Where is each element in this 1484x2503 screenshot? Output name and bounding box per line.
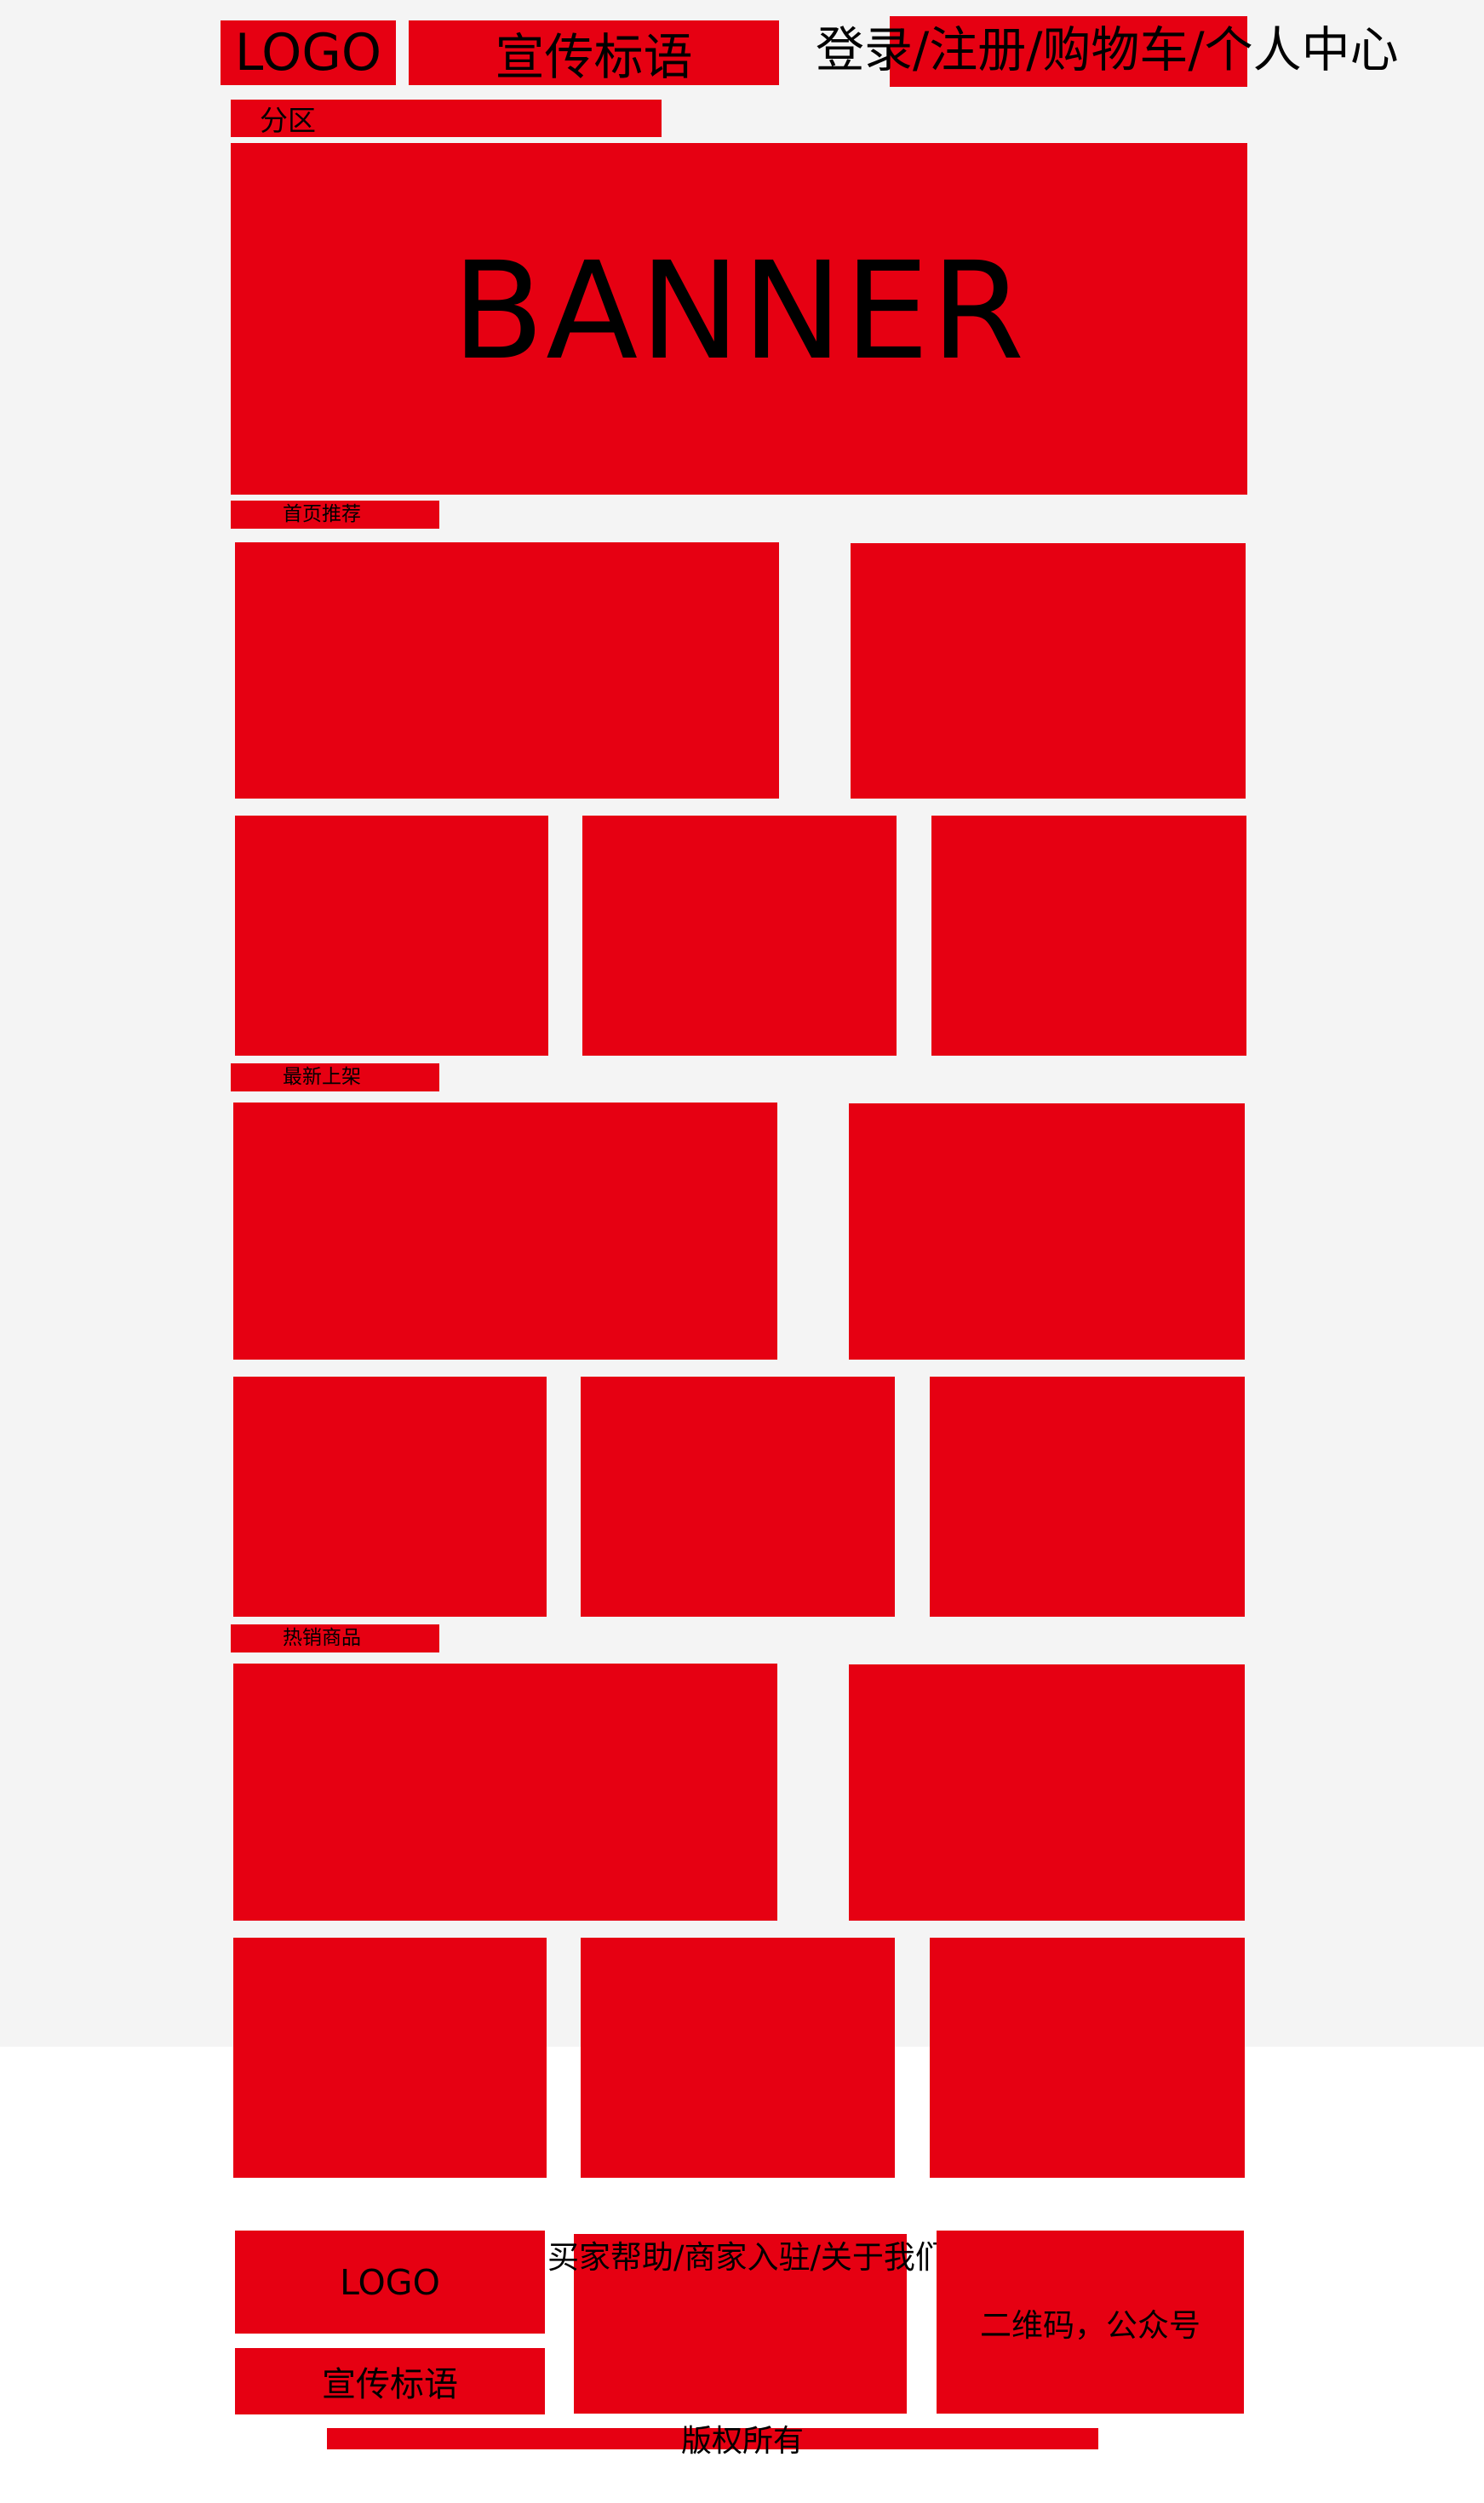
product-card[interactable]: [849, 1664, 1245, 1921]
product-card[interactable]: [233, 1938, 547, 2178]
footer-qr-box: 二维码，公众号: [937, 2231, 1244, 2414]
product-card[interactable]: [930, 1938, 1245, 2178]
footer-logo-text: LOGO: [340, 2261, 440, 2303]
header-slogan: 宣传标语: [409, 20, 779, 86]
section-title-bar: 首页推荐: [231, 501, 439, 529]
copyright-text: 版权所有: [681, 2424, 805, 2459]
header-logo[interactable]: LOGO: [221, 20, 396, 85]
footer-slogan: 宣传标语: [235, 2348, 545, 2414]
section-title-bar: 热销商品: [231, 1624, 439, 1652]
product-card[interactable]: [849, 1103, 1245, 1360]
product-card[interactable]: [582, 816, 897, 1056]
banner[interactable]: BANNER: [231, 143, 1247, 495]
banner-label: BANNER: [451, 232, 1027, 390]
product-card[interactable]: [581, 1377, 895, 1617]
section-title: 热销商品: [283, 1627, 361, 1649]
product-card[interactable]: [235, 816, 548, 1056]
category-nav-label: 分区: [260, 104, 316, 137]
product-card[interactable]: [233, 1377, 547, 1617]
product-card[interactable]: [930, 1377, 1245, 1617]
footer-logo[interactable]: LOGO: [235, 2231, 545, 2334]
header-user-links[interactable]: 登录/注册/购物车/个人中心: [816, 26, 1399, 75]
section-title: 最新上架: [283, 1066, 361, 1088]
footer-help-links[interactable]: 买家帮助/商家入驻/关于我们: [547, 2242, 947, 2273]
header-logo-text: LOGO: [234, 23, 382, 83]
footer-qr-text: 二维码，公众号: [980, 2306, 1200, 2344]
product-card[interactable]: [851, 543, 1246, 799]
product-card[interactable]: [235, 542, 779, 799]
product-card[interactable]: [581, 1938, 895, 2178]
header-slogan-text: 宣传标语: [495, 28, 693, 86]
product-card[interactable]: [233, 1664, 777, 1921]
footer-slogan-text: 宣传标语: [322, 2365, 458, 2404]
product-card[interactable]: [233, 1103, 777, 1360]
product-card[interactable]: [931, 816, 1246, 1056]
section-title-bar: 最新上架: [231, 1063, 439, 1091]
section-title: 首页推荐: [283, 503, 361, 525]
category-nav-bar[interactable]: 分区: [231, 100, 662, 137]
